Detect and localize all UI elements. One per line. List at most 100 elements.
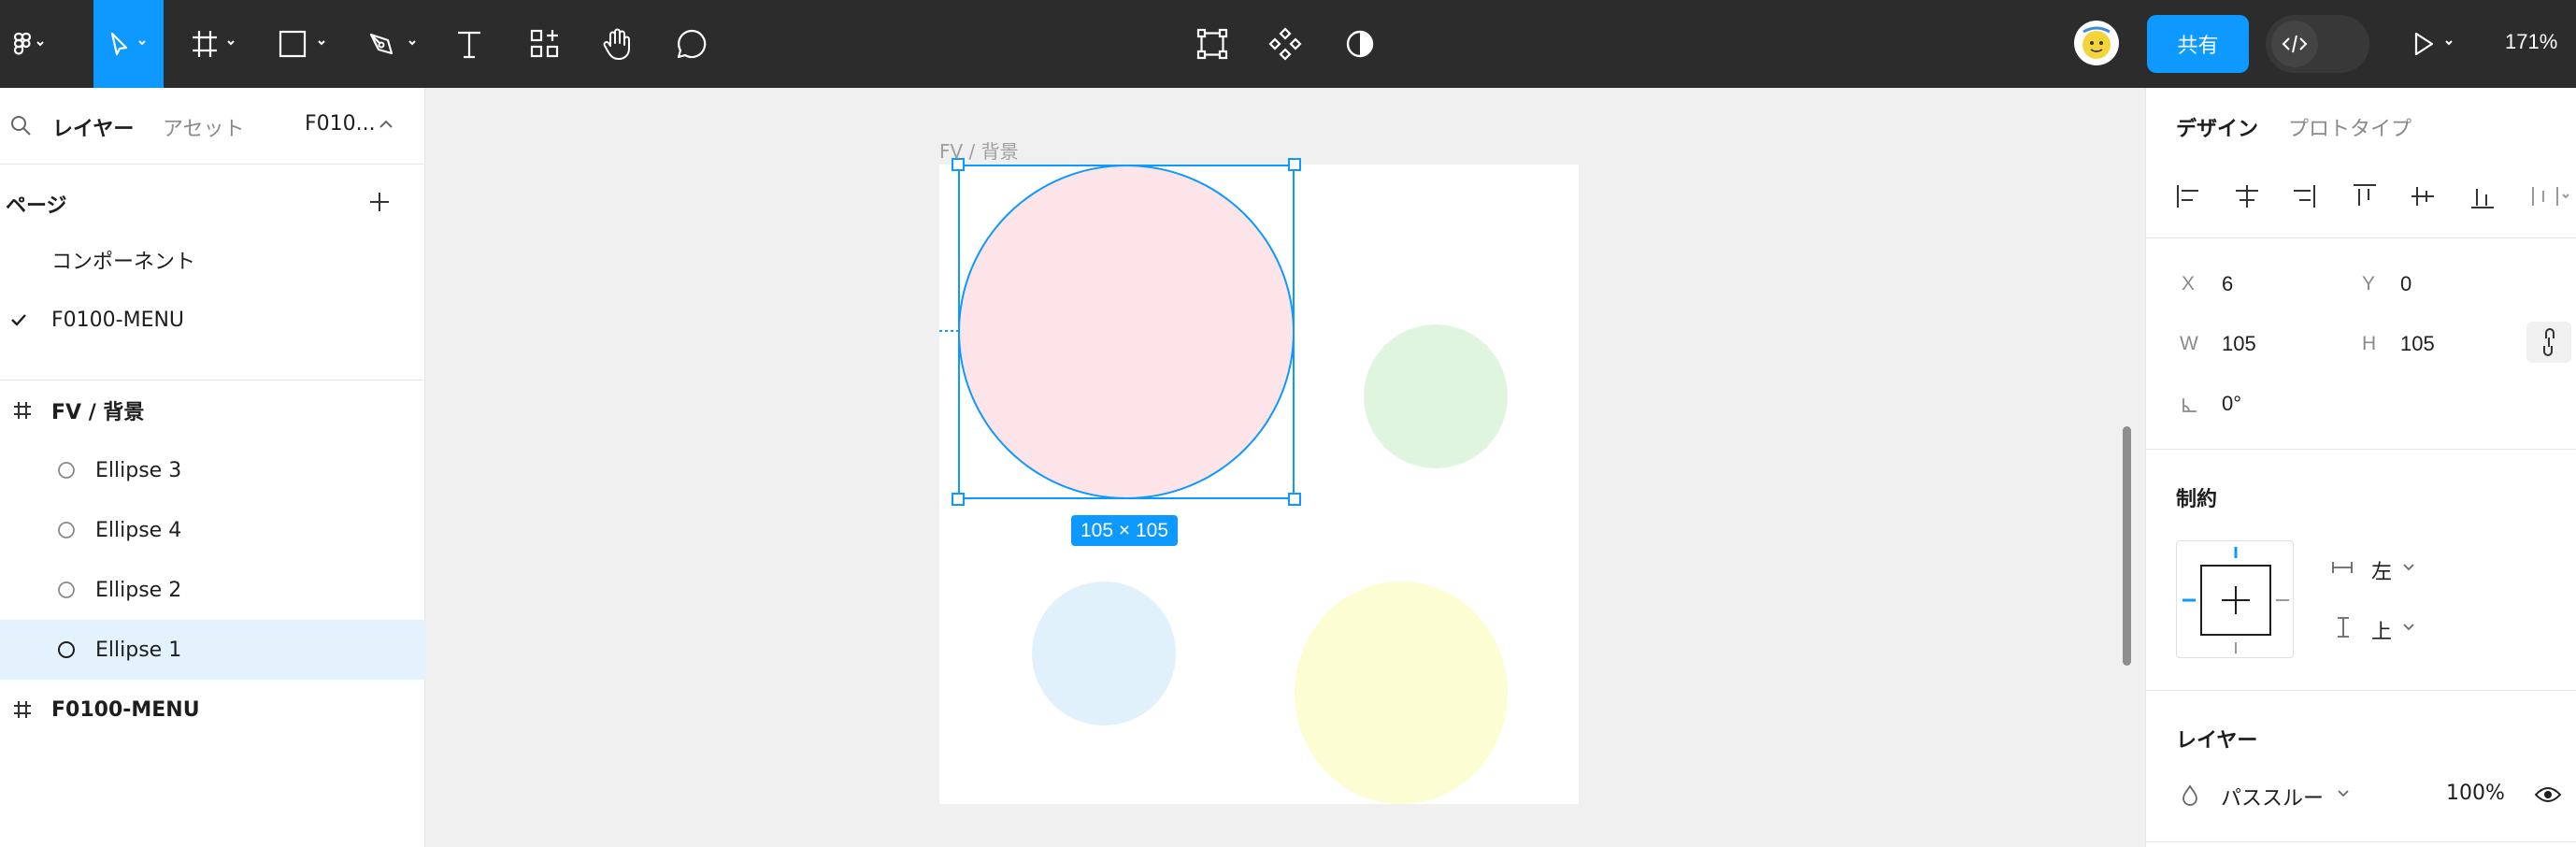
- frame-tool-button[interactable]: [182, 0, 248, 88]
- ellipse-yellow[interactable]: [1295, 581, 1508, 804]
- resize-handle-bottom-left[interactable]: [952, 493, 965, 506]
- opacity-input[interactable]: 100%: [2446, 782, 2505, 805]
- frame-hash-icon: [14, 402, 31, 419]
- tab-design[interactable]: デザイン: [2176, 112, 2258, 142]
- layer-label: Ellipse 4: [95, 518, 182, 542]
- tab-layers[interactable]: レイヤー: [52, 112, 134, 142]
- chevron-down-icon[interactable]: [2400, 559, 2417, 574]
- vertical-constraint-icon: [2338, 617, 2349, 638]
- avatar-face-icon: [2075, 22, 2118, 65]
- constrain-proportions-button[interactable]: [2526, 322, 2571, 363]
- vector-edit-icon: [1196, 28, 1228, 60]
- section-divider: [2146, 237, 2576, 238]
- ellipse-icon: [58, 522, 75, 538]
- shape-tool-button[interactable]: [271, 0, 338, 88]
- vertical-constraint-select[interactable]: 上: [2371, 615, 2392, 645]
- chevron-up-icon[interactable]: [378, 118, 394, 131]
- selection-size-badge: 105 × 105: [1071, 515, 1178, 546]
- dev-mode-knob: [2271, 21, 2318, 67]
- layer-label: FV / 背景: [51, 401, 145, 424]
- text-tool-button[interactable]: [447, 0, 492, 88]
- eye-icon[interactable]: [2533, 782, 2563, 808]
- align-h-center-icon: [2236, 185, 2258, 208]
- component-button[interactable]: [1262, 0, 1309, 88]
- constraints-widget[interactable]: [2176, 540, 2294, 658]
- figma-logo-icon: [13, 32, 44, 55]
- comment-tool-button[interactable]: [668, 0, 715, 88]
- resize-handle-top-right[interactable]: [1288, 158, 1301, 171]
- w-input[interactable]: 105: [2222, 332, 2256, 356]
- contrast-icon: [1346, 30, 1374, 58]
- add-page-icon[interactable]: [366, 189, 393, 215]
- comment-icon: [677, 29, 707, 59]
- alignment-toolbar: [2177, 184, 2569, 208]
- section-divider: [2146, 449, 2576, 450]
- chevron-down-icon[interactable]: [2335, 785, 2352, 800]
- checkmark-icon: [11, 314, 26, 326]
- layer-ellipse-1[interactable]: Ellipse 1: [0, 620, 425, 680]
- page-item-components[interactable]: コンポーネント: [0, 230, 425, 290]
- page-selector[interactable]: F010...: [305, 112, 376, 136]
- chevron-down-icon[interactable]: [2400, 619, 2417, 634]
- layer-label: Ellipse 1: [95, 638, 182, 662]
- resize-handle-top-left[interactable]: [952, 158, 965, 171]
- canvas-scrollbar[interactable]: [2123, 426, 2131, 666]
- zoom-level[interactable]: 171%: [2505, 30, 2557, 54]
- x-label: X: [2182, 273, 2196, 294]
- present-button[interactable]: [2402, 0, 2468, 88]
- blend-mode-drop-icon: [2182, 784, 2197, 806]
- tab-prototype[interactable]: プロトタイプ: [2288, 112, 2411, 142]
- distribute-icon: [2532, 187, 2569, 206]
- left-panel: レイヤー アセット F010... ページ コンポーネント F0100-MENU…: [0, 88, 425, 847]
- rotation-icon: [2182, 398, 2197, 412]
- dev-mode-toggle[interactable]: [2266, 15, 2369, 73]
- layer-ellipse-4[interactable]: Ellipse 4: [0, 500, 425, 560]
- constraints-diagram: [2182, 547, 2289, 653]
- selection-box[interactable]: [958, 165, 1295, 499]
- main-menu-button[interactable]: [0, 0, 56, 88]
- blend-mode-select[interactable]: パススルー: [2221, 782, 2324, 811]
- rotation-input[interactable]: 0°: [2222, 392, 2241, 416]
- page-item-label: F0100-MENU: [51, 308, 185, 332]
- rectangle-icon: [279, 30, 325, 58]
- x-input[interactable]: 6: [2222, 272, 2233, 296]
- ellipse-blue[interactable]: [1032, 581, 1176, 725]
- layer-label: Ellipse 3: [95, 458, 182, 482]
- align-bottom-icon: [2471, 189, 2494, 208]
- spacing-guide: [939, 330, 958, 332]
- mask-button[interactable]: [1337, 0, 1383, 88]
- edit-object-button[interactable]: [1189, 0, 1236, 88]
- search-icon[interactable]: [9, 114, 34, 138]
- constraints-title: 制約: [2176, 488, 2218, 511]
- layer-label: F0100-MENU: [51, 697, 200, 722]
- page-item-f0100-menu[interactable]: F0100-MENU: [0, 290, 425, 350]
- ellipse-green[interactable]: [1364, 324, 1508, 468]
- section-divider: [2146, 841, 2576, 842]
- cursor-icon: [110, 32, 146, 56]
- pen-tool-button[interactable]: [361, 0, 428, 88]
- layer-frame-f0100-menu[interactable]: F0100-MENU: [0, 680, 425, 739]
- left-panel-tabs: レイヤー アセット F010...: [0, 88, 425, 165]
- pages-title: ページ: [6, 194, 67, 218]
- layer-ellipse-2[interactable]: Ellipse 2: [0, 560, 425, 620]
- text-icon: [458, 31, 480, 59]
- tab-assets[interactable]: アセット: [163, 112, 245, 142]
- horizontal-constraint-icon: [2332, 562, 2353, 573]
- section-divider: [2146, 690, 2576, 691]
- user-avatar[interactable]: [2074, 21, 2119, 65]
- resources-button[interactable]: [522, 0, 568, 88]
- right-panel: デザイン プロトタイプ X 6 Y 0 W 105 H 105 0° 制約 左 …: [2145, 88, 2576, 847]
- share-button[interactable]: 共有: [2147, 15, 2249, 73]
- y-input[interactable]: 0: [2400, 272, 2411, 296]
- y-label: Y: [2362, 273, 2376, 294]
- h-input[interactable]: 105: [2400, 332, 2435, 356]
- layer-ellipse-3[interactable]: Ellipse 3: [0, 440, 425, 500]
- align-left-icon: [2177, 185, 2198, 208]
- horizontal-constraint-select[interactable]: 左: [2371, 555, 2392, 585]
- hand-tool-button[interactable]: [594, 0, 641, 88]
- layer-frame-fv-bg[interactable]: FV / 背景: [0, 380, 425, 440]
- align-top-icon: [2354, 184, 2376, 206]
- layer-label: Ellipse 2: [95, 578, 182, 602]
- move-tool-button[interactable]: [93, 0, 164, 88]
- resize-handle-bottom-right[interactable]: [1288, 493, 1301, 506]
